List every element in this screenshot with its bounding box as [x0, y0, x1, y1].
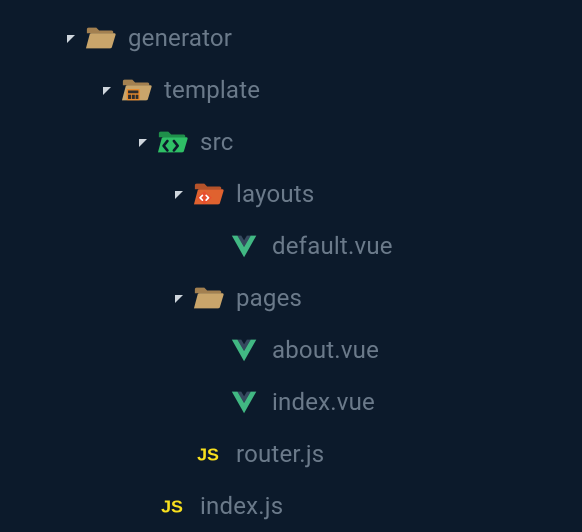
chevron-down-icon[interactable] — [132, 136, 154, 148]
tree-item-pages[interactable]: pages — [0, 272, 582, 324]
chevron-down-icon[interactable] — [168, 292, 190, 304]
tree-item-about-vue[interactable]: about.vue — [0, 324, 582, 376]
folder-label: src — [200, 128, 233, 156]
file-label: about.vue — [272, 336, 379, 364]
chevron-down-icon[interactable] — [168, 188, 190, 200]
folder-label: generator — [128, 24, 232, 52]
file-label: default.vue — [272, 232, 393, 260]
chevron-down-icon[interactable] — [60, 32, 82, 44]
file-tree: generator template srclayouts default.vue pa… — [0, 12, 582, 532]
chevron-down-icon[interactable] — [96, 84, 118, 96]
js-icon — [192, 437, 226, 471]
folder-open-icon — [84, 21, 118, 55]
folder-template-icon — [120, 73, 154, 107]
tree-item-layouts[interactable]: layouts — [0, 168, 582, 220]
tree-item-generator[interactable]: generator — [0, 12, 582, 64]
file-label: router.js — [236, 440, 324, 468]
tree-item-index-js[interactable]: index.js — [0, 480, 582, 532]
vue-icon — [228, 385, 262, 419]
folder-label: template — [164, 76, 260, 104]
vue-icon — [228, 333, 262, 367]
tree-item-router-js[interactable]: router.js — [0, 428, 582, 480]
folder-label: pages — [236, 284, 302, 312]
folder-layouts-icon — [192, 177, 226, 211]
js-icon — [156, 489, 190, 523]
folder-src-icon — [156, 125, 190, 159]
tree-item-template[interactable]: template — [0, 64, 582, 116]
tree-item-default-vue[interactable]: default.vue — [0, 220, 582, 272]
file-label: index.js — [200, 492, 283, 520]
file-label: index.vue — [272, 388, 375, 416]
folder-open-icon — [192, 281, 226, 315]
folder-label: layouts — [236, 180, 314, 208]
tree-item-src[interactable]: src — [0, 116, 582, 168]
vue-icon — [228, 229, 262, 263]
tree-item-index-vue[interactable]: index.vue — [0, 376, 582, 428]
